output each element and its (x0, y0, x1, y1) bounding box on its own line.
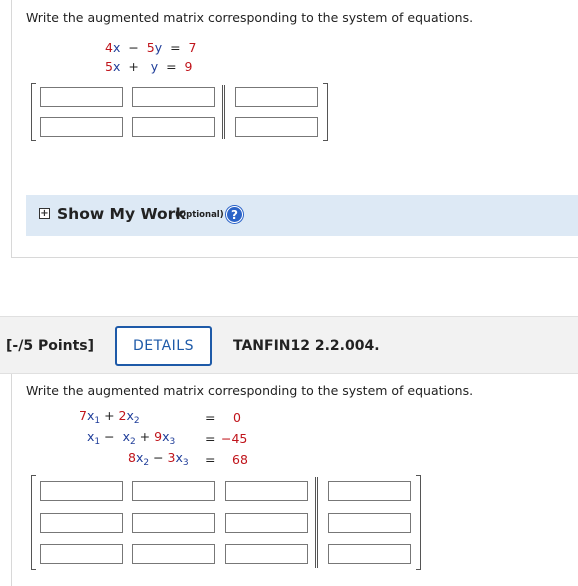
equation-2-1-rhs: 0 (233, 410, 241, 425)
show-my-work-panel[interactable]: + Show My Work (Optional) ? (26, 195, 578, 236)
matrix-1-input-r1c3[interactable] (235, 87, 318, 107)
equation-1: 4x − 5y = 7 (105, 40, 197, 55)
matrix-1-input-r2c1[interactable] (40, 117, 123, 137)
expand-plus-icon[interactable]: + (39, 208, 50, 219)
matrix-2-input-r3c4[interactable] (328, 544, 411, 564)
equation-2-2-rhs: −45 (221, 431, 248, 446)
equation-2-3-lhs: 8x2 − 3x3 (128, 450, 189, 468)
matrix-2-input-r3c3[interactable] (225, 544, 308, 564)
matrix-1-input-r2c3[interactable] (235, 117, 318, 137)
matrix-2-input-r2c1[interactable] (40, 513, 123, 533)
problem-2-prompt: Write the augmented matrix corresponding… (26, 383, 474, 398)
help-icon[interactable]: ? (226, 206, 243, 223)
matrix-2-input-r1c4[interactable] (328, 481, 411, 501)
equation-2: 5x + y = 9 (105, 59, 193, 74)
show-my-work-title[interactable]: Show My Work (57, 205, 186, 223)
show-my-work-optional: (Optional) (175, 210, 224, 220)
matrix-2-input-r1c3[interactable] (225, 481, 308, 501)
matrix-1-right-bracket (323, 83, 328, 141)
details-button[interactable]: DETAILS (115, 326, 212, 366)
matrix-1-input-r2c2[interactable] (132, 117, 215, 137)
matrix-2-input-r2c3[interactable] (225, 513, 308, 533)
equation-2-3-equals: = (205, 452, 216, 467)
matrix-2-left-bracket (31, 475, 36, 570)
matrix-2-input-r2c2[interactable] (132, 513, 215, 533)
matrix-2-input-r2c4[interactable] (328, 513, 411, 533)
equation-2-2-equals: = (205, 431, 216, 446)
problem-2-header: [-/5 Points] DETAILS TANFIN12 2.2.004. (0, 316, 578, 374)
matrix-1-left-bracket (31, 83, 36, 141)
points-label: [-/5 Points] (6, 338, 95, 354)
problem-code: TANFIN12 2.2.004. (233, 338, 380, 354)
matrix-2-input-r1c2[interactable] (132, 481, 215, 501)
matrix-2-input-r3c2[interactable] (132, 544, 215, 564)
matrix-2-divider (315, 477, 318, 568)
problem-1-prompt: Write the augmented matrix corresponding… (26, 10, 474, 25)
equation-2-3-rhs: 68 (232, 452, 248, 467)
matrix-2-input-r1c1[interactable] (40, 481, 123, 501)
equation-2-2-lhs: x1 − x2 + 9x3 (87, 429, 176, 447)
matrix-2-right-bracket (416, 475, 421, 570)
equation-2-1-lhs: 7x1 + 2x2 (79, 408, 140, 426)
matrix-1-input-r1c1[interactable] (40, 87, 123, 107)
matrix-1-input-r1c2[interactable] (132, 87, 215, 107)
matrix-2-input-r3c1[interactable] (40, 544, 123, 564)
equation-2-1-equals: = (205, 410, 216, 425)
matrix-1-divider (222, 85, 225, 139)
